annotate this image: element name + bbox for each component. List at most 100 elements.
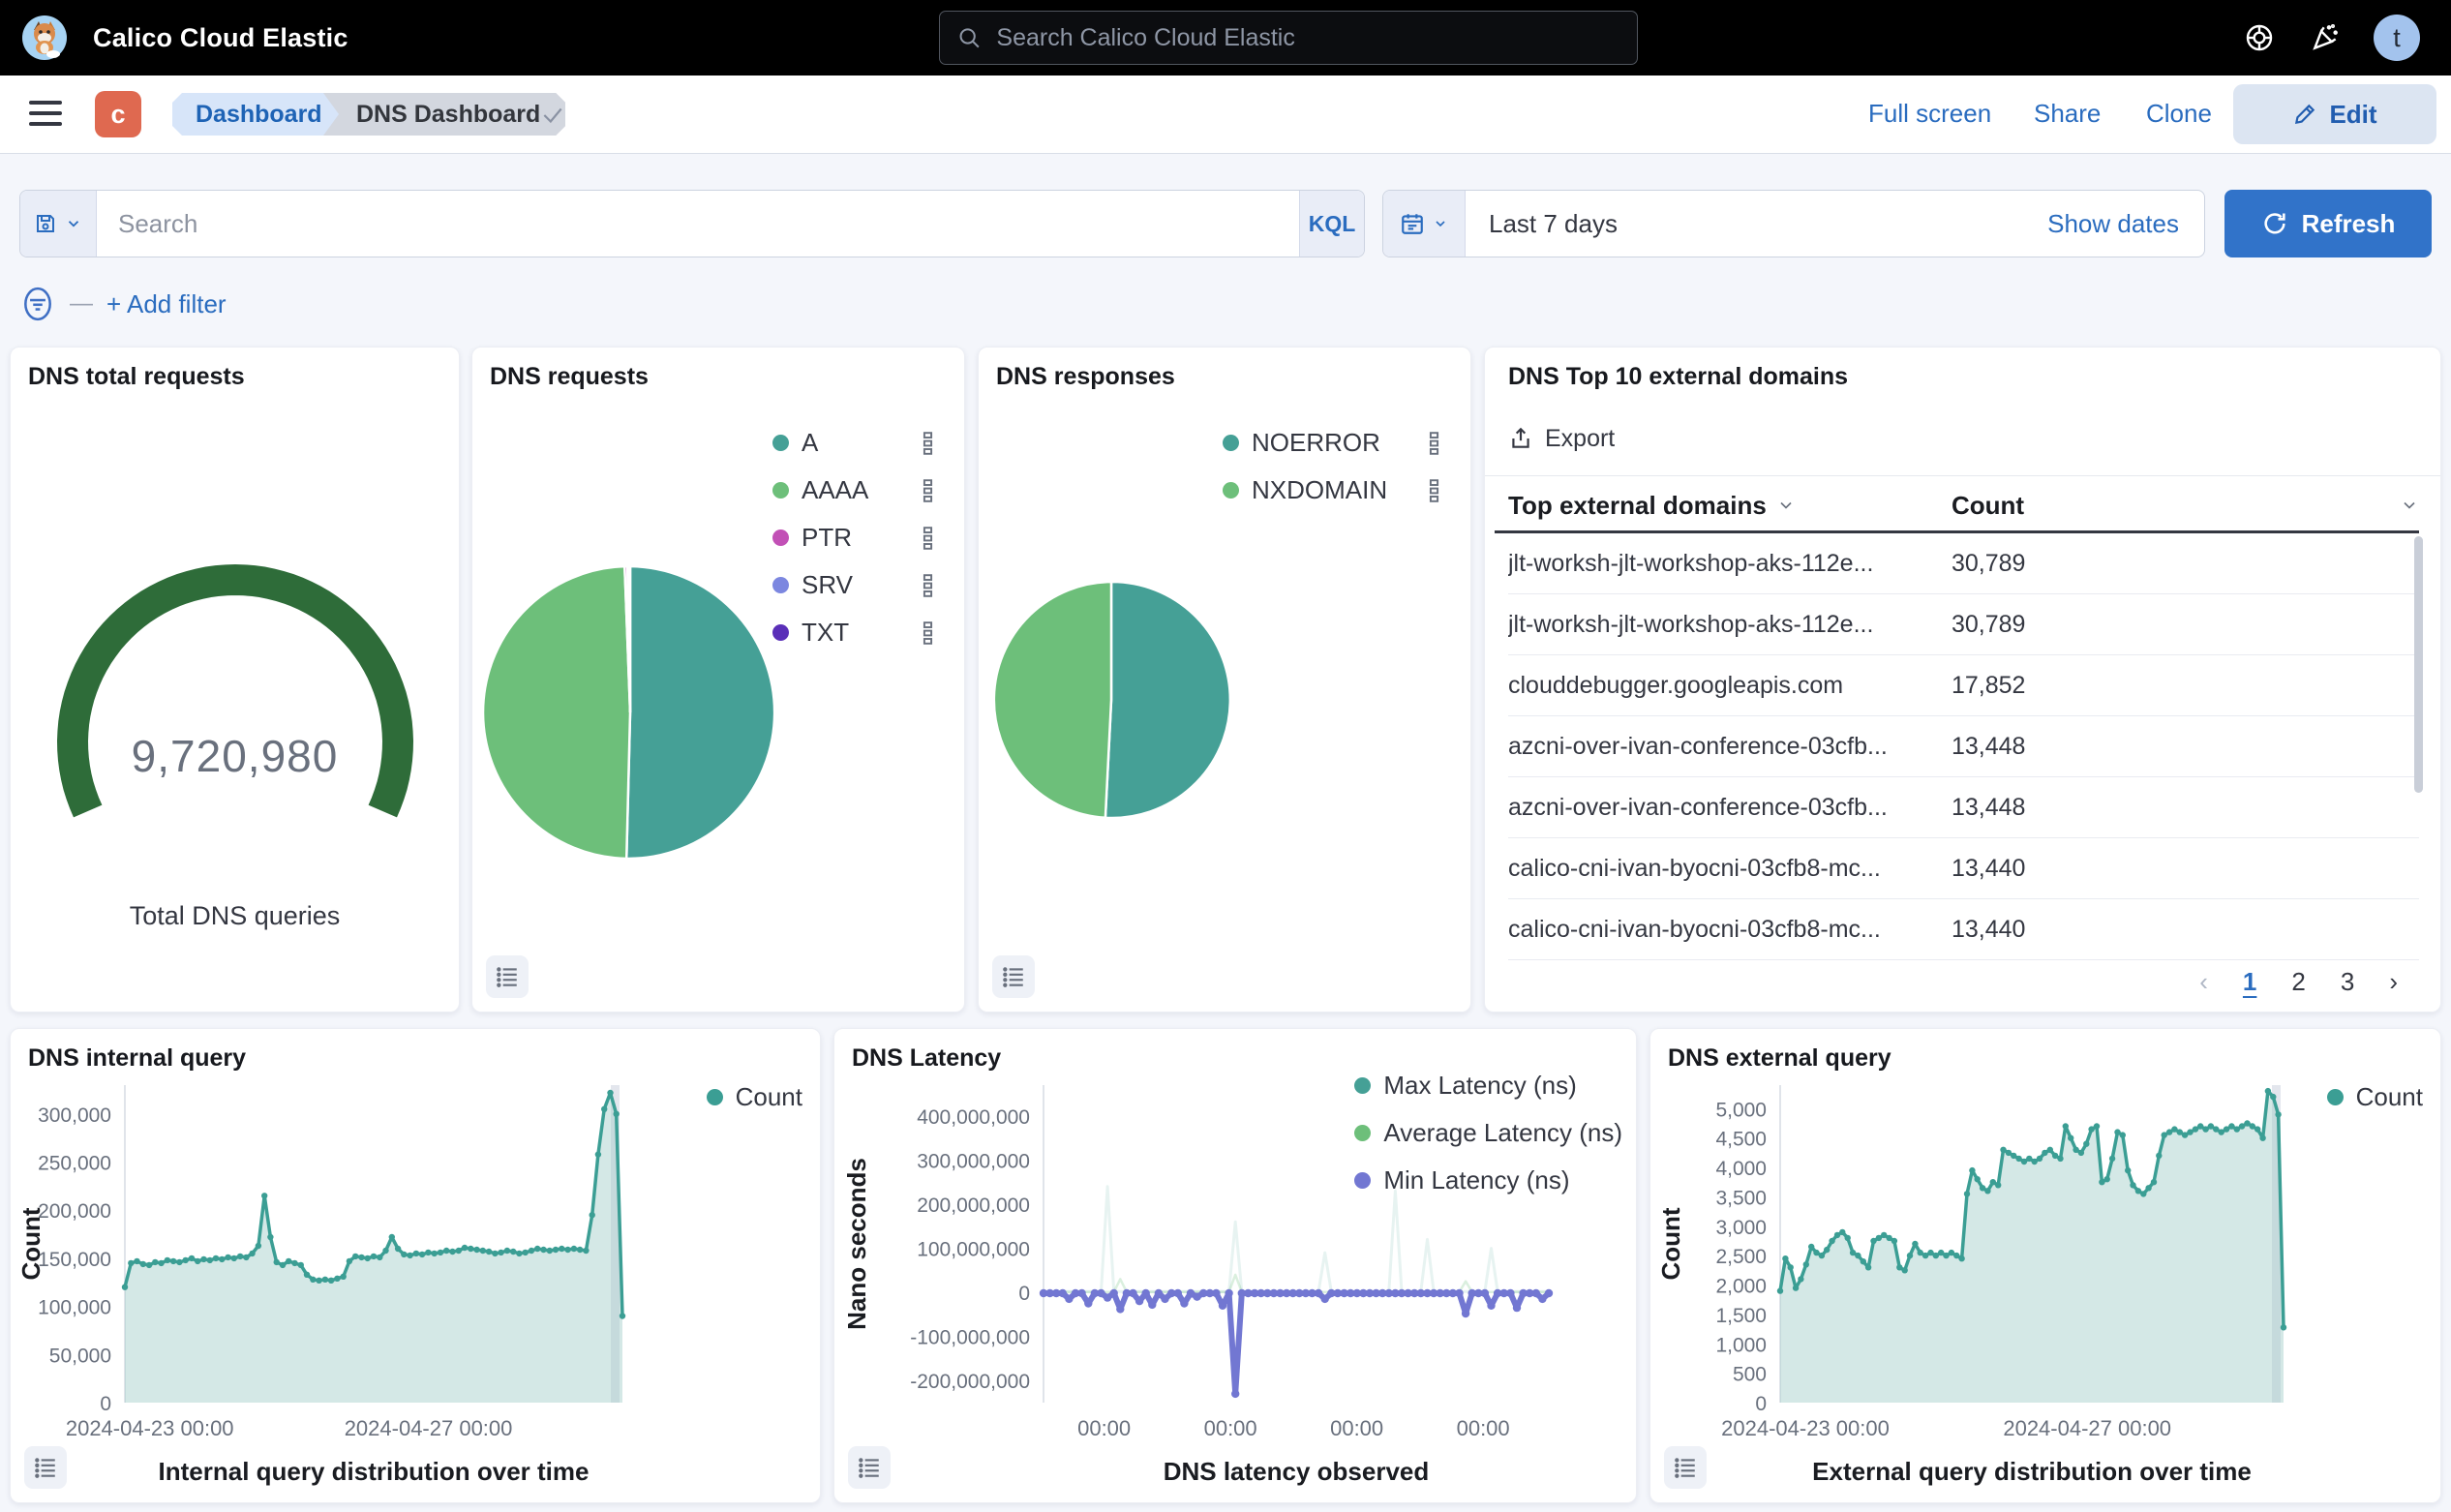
legend-action-icon[interactable]: [1427, 479, 1441, 502]
pagination-next[interactable]: ›: [2389, 967, 2398, 997]
share-button[interactable]: Share: [2034, 99, 2101, 129]
svg-text:4,000: 4,000: [1715, 1158, 1767, 1180]
table-row[interactable]: clouddebugger.googleapis.com17,852: [1508, 655, 2419, 716]
gauge-value: 9,720,980: [11, 730, 459, 782]
table-body: jlt-worksh-jlt-workshop-aks-112e... 30,78…: [1508, 533, 2419, 960]
svg-text:-100,000,000: -100,000,000: [910, 1327, 1030, 1349]
legend-item-min-latency-ns-[interactable]: Min Latency (ns): [1354, 1157, 1622, 1204]
domain-cell: azcni-over-ivan-conference-03cfb...: [1508, 794, 1952, 822]
calico-cat-logo-icon[interactable]: [21, 15, 68, 61]
legend-item-nxdomain[interactable]: NXDOMAIN: [1223, 467, 1441, 514]
legend-toggle-button[interactable]: [24, 1446, 67, 1489]
legend-item-aaaa[interactable]: AAAA: [772, 467, 935, 514]
count-cell: 13,440: [1952, 855, 2025, 883]
legend-item-count[interactable]: Count: [707, 1074, 802, 1121]
pagination-prev[interactable]: ‹: [2199, 967, 2208, 997]
pie-legend: NOERRORNXDOMAIN: [1223, 419, 1441, 514]
legend-action-icon[interactable]: [921, 479, 935, 502]
svg-text:2024-04-23 00:00: 2024-04-23 00:00: [66, 1416, 234, 1440]
legend-item-txt[interactable]: TXT: [772, 609, 935, 656]
table-row[interactable]: calico-cni-ivan-byocni-03cfb8-mc...13,44…: [1508, 838, 2419, 899]
legend-item-average-latency-ns-[interactable]: Average Latency (ns): [1354, 1109, 1622, 1157]
legend-toggle-button[interactable]: [848, 1446, 891, 1489]
breadcrumb-dashboard[interactable]: Dashboard: [172, 93, 351, 136]
legend-toggle-button[interactable]: [992, 955, 1035, 998]
refresh-button[interactable]: Refresh: [2224, 190, 2432, 257]
legend-action-icon[interactable]: [921, 621, 935, 645]
export-icon: [1508, 426, 1533, 451]
column-header-domains[interactable]: Top external domains: [1508, 491, 1952, 521]
pagination-page-1[interactable]: 1: [2243, 967, 2256, 997]
svg-text:00:00: 00:00: [1330, 1416, 1383, 1440]
panel-dns-top-10-external-domains: DNS Top 10 external domains Export Top e…: [1484, 347, 2441, 1013]
gauge-caption: Total DNS queries: [11, 901, 459, 931]
svg-text:0: 0: [1755, 1393, 1767, 1415]
legend-item-count[interactable]: Count: [2327, 1074, 2423, 1121]
top-header: Calico Cloud Elastic t: [0, 0, 2451, 76]
export-button[interactable]: Export: [1508, 419, 1615, 458]
legend-label: TXT: [802, 618, 849, 648]
internal-query-area-chart[interactable]: 050,000100,000150,000200,000250,000300,0…: [11, 1029, 822, 1504]
user-avatar[interactable]: t: [2374, 15, 2420, 61]
filter-separator: —: [70, 290, 93, 318]
clone-button[interactable]: Clone: [2146, 99, 2212, 129]
svg-text:0: 0: [1018, 1283, 1030, 1305]
time-range-value[interactable]: Last 7 days: [1466, 209, 2047, 239]
global-search-input[interactable]: [994, 23, 1619, 53]
pencil-icon: [2292, 102, 2317, 127]
table-scrollbar[interactable]: [2414, 536, 2423, 793]
saved-query-menu[interactable]: [20, 191, 97, 257]
svg-text:200,000: 200,000: [38, 1200, 111, 1223]
svg-text:200,000,000: 200,000,000: [917, 1194, 1030, 1217]
table-header: Top external domains Count: [1508, 483, 2419, 528]
refresh-icon: [2261, 210, 2288, 237]
space-badge[interactable]: c: [95, 91, 141, 137]
legend-item-srv[interactable]: SRV: [772, 561, 935, 609]
legend-item-ptr[interactable]: PTR: [772, 514, 935, 561]
pagination-page-2[interactable]: 2: [2291, 967, 2305, 997]
global-search[interactable]: [939, 11, 1638, 65]
domain-cell: jlt-worksh-jlt-workshop-aks-112e...: [1508, 611, 1952, 639]
pagination-page-3[interactable]: 3: [2341, 967, 2354, 997]
show-dates-button[interactable]: Show dates: [2047, 209, 2204, 239]
table-row[interactable]: calico-cni-ivan-byocni-03cfb8-mc...13,44…: [1508, 899, 2419, 960]
legend-dot: [2327, 1089, 2344, 1105]
edit-button[interactable]: Edit: [2233, 84, 2436, 144]
legend-action-icon[interactable]: [921, 527, 935, 550]
table-row[interactable]: jlt-worksh-jlt-workshop-aks-112e...30,78…: [1508, 533, 2419, 594]
column-header-count[interactable]: Count: [1952, 491, 2419, 521]
legend-toggle-button[interactable]: [1664, 1446, 1707, 1489]
legend-item-a[interactable]: A: [772, 419, 935, 467]
add-filter-button[interactable]: + Add filter: [106, 289, 227, 319]
menu-hamburger-icon[interactable]: [29, 101, 62, 126]
news-party-popper-icon[interactable]: [2310, 22, 2341, 53]
filter-icon[interactable]: [19, 286, 56, 322]
external-query-area-chart[interactable]: 05001,0001,5002,0002,5003,0003,5004,0004…: [1650, 1029, 2442, 1504]
full-screen-button[interactable]: Full screen: [1868, 99, 1991, 129]
saved-check-icon: [538, 103, 567, 128]
divider: [1485, 475, 2440, 476]
table-row[interactable]: azcni-over-ivan-conference-03cfb...13,44…: [1508, 777, 2419, 838]
query-search-input[interactable]: [97, 209, 1299, 239]
table-row[interactable]: jlt-worksh-jlt-workshop-aks-112e...30,78…: [1508, 594, 2419, 655]
chevron-down-icon: [65, 215, 82, 232]
kql-search-bar[interactable]: KQL: [19, 190, 1365, 257]
legend-toggle-button[interactable]: [486, 955, 529, 998]
legend-action-icon[interactable]: [921, 432, 935, 455]
kql-language-button[interactable]: KQL: [1299, 191, 1364, 257]
date-quick-menu[interactable]: [1383, 191, 1466, 257]
legend-item-noerror[interactable]: NOERROR: [1223, 419, 1441, 467]
help-life-ring-icon[interactable]: [2244, 22, 2275, 53]
date-picker[interactable]: Last 7 days Show dates: [1382, 190, 2205, 257]
count-cell: 30,789: [1952, 550, 2025, 578]
navbar: c Dashboard DNS Dashboard Full screen Sh…: [0, 76, 2451, 154]
legend-dot: [772, 577, 789, 593]
panel-dns-latency: DNS Latency 400,000,000300,000,000200,00…: [833, 1028, 1637, 1503]
legend-item-max-latency-ns-[interactable]: Max Latency (ns): [1354, 1062, 1622, 1109]
avatar-initial: t: [2393, 23, 2401, 53]
legend-action-icon[interactable]: [1427, 432, 1441, 455]
legend-label: A: [802, 428, 818, 458]
panel-dns-external-query: DNS external query 05001,0001,5002,0002,…: [1649, 1028, 2441, 1503]
legend-action-icon[interactable]: [921, 574, 935, 597]
table-row[interactable]: azcni-over-ivan-conference-03cfb...13,44…: [1508, 716, 2419, 777]
